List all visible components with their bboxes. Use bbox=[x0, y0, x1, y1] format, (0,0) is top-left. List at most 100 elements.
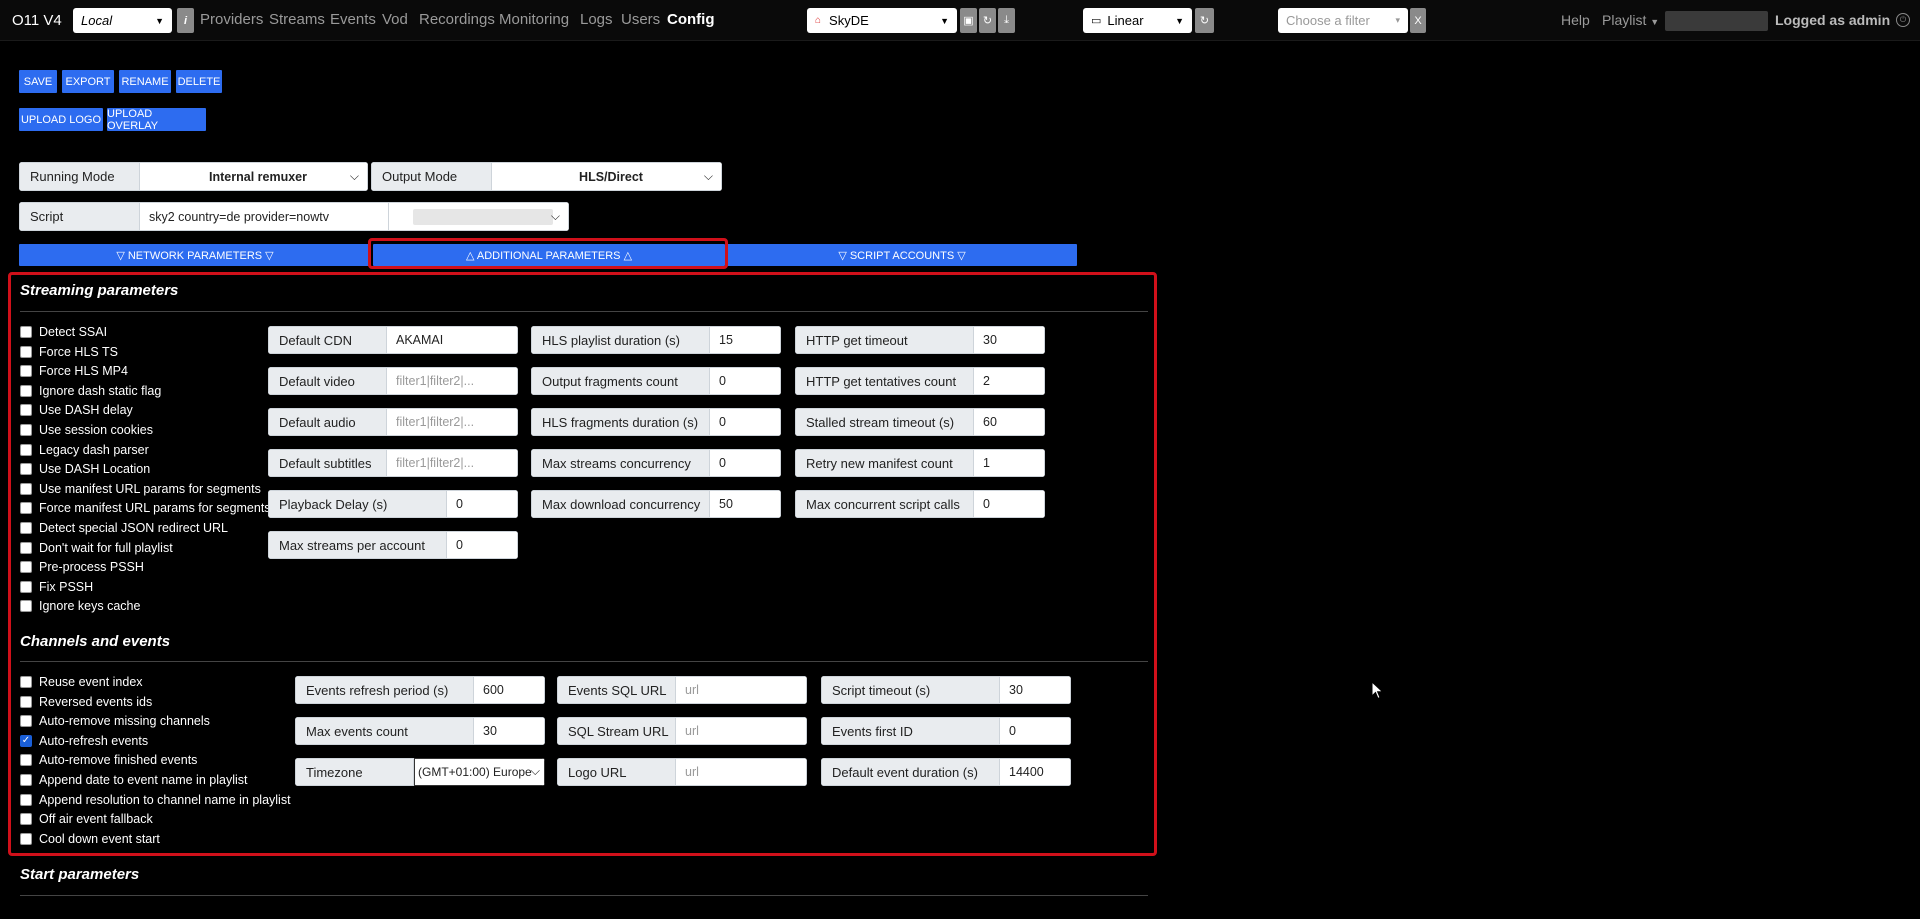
upload-overlay-button[interactable]: UPLOAD OVERLAY bbox=[107, 108, 206, 132]
field-input[interactable]: 600 bbox=[474, 676, 545, 704]
field-input[interactable]: 1 bbox=[974, 449, 1045, 477]
server-select[interactable]: Local ▼ bbox=[73, 8, 172, 33]
tab-script-accounts[interactable]: ▽ SCRIPT ACCOUNTS ▽ bbox=[727, 244, 1077, 266]
running-mode-select[interactable]: Internal remuxer ⌵ bbox=[140, 162, 368, 191]
field-input[interactable]: 0 bbox=[447, 490, 518, 518]
checkbox-row[interactable]: Cool down event start bbox=[20, 832, 160, 846]
checkbox-row[interactable]: Ignore dash static flag bbox=[20, 384, 161, 398]
checkbox[interactable] bbox=[20, 482, 32, 495]
checkbox[interactable] bbox=[20, 502, 32, 515]
field-input[interactable]: 0 bbox=[1000, 717, 1071, 745]
nav-streams[interactable]: Streams bbox=[269, 11, 325, 28]
field-input[interactable]: 30 bbox=[974, 326, 1045, 354]
upload-logo-button[interactable]: UPLOAD LOGO bbox=[19, 108, 103, 131]
checkbox-row[interactable]: ✓ Auto-refresh events bbox=[20, 734, 148, 748]
field-input[interactable]: filter1|filter2|... bbox=[387, 449, 518, 477]
info-button[interactable]: i bbox=[177, 8, 194, 33]
save-icon[interactable]: ▣ bbox=[960, 8, 977, 33]
field-input[interactable]: 60 bbox=[974, 408, 1045, 436]
checkbox-row[interactable]: Append date to event name in playlist bbox=[20, 773, 247, 787]
checkbox[interactable] bbox=[20, 561, 32, 574]
field-input[interactable]: url bbox=[676, 676, 807, 704]
power-icon[interactable]: ⏻ bbox=[1896, 13, 1910, 27]
provider-select[interactable]: ⌂ SkyDE ▼ bbox=[807, 8, 957, 33]
field-input[interactable]: AKAMAI bbox=[387, 326, 518, 354]
field-input[interactable]: 0 bbox=[974, 490, 1045, 518]
checkbox-row[interactable]: Ignore keys cache bbox=[20, 599, 140, 613]
checkbox-row[interactable]: Use DASH Location bbox=[20, 462, 150, 476]
checkbox-row[interactable]: Use DASH delay bbox=[20, 403, 133, 417]
checkbox-row[interactable]: Detect SSAI bbox=[20, 325, 107, 339]
nav-logs[interactable]: Logs bbox=[580, 11, 613, 28]
field-input[interactable]: 30 bbox=[474, 717, 545, 745]
checkbox-row[interactable]: Use manifest URL params for segments bbox=[20, 482, 261, 496]
help-link[interactable]: Help bbox=[1561, 12, 1590, 28]
reload-icon[interactable]: ↻ bbox=[1195, 8, 1214, 33]
filter-clear-button[interactable]: X bbox=[1410, 8, 1426, 33]
checkbox[interactable] bbox=[20, 365, 32, 378]
field-input[interactable]: filter1|filter2|... bbox=[387, 408, 518, 436]
filter-select[interactable]: Choose a filter ▾ bbox=[1278, 8, 1408, 33]
nav-users[interactable]: Users bbox=[621, 11, 660, 28]
field-input[interactable]: 0 bbox=[710, 449, 781, 477]
field-input[interactable]: 0 bbox=[710, 367, 781, 395]
field-input[interactable]: 14400 bbox=[1000, 758, 1071, 786]
checkbox[interactable] bbox=[20, 345, 32, 358]
checkbox[interactable] bbox=[20, 326, 32, 338]
script-account-select[interactable]: ⌵ bbox=[389, 202, 569, 231]
app-brand[interactable]: O11 V4 bbox=[12, 12, 62, 29]
checkbox[interactable] bbox=[20, 600, 32, 613]
tab-network-parameters[interactable]: ▽ NETWORK PARAMETERS ▽ bbox=[19, 244, 371, 266]
checkbox[interactable] bbox=[20, 404, 32, 417]
script-input[interactable]: sky2 country=de provider=nowtv bbox=[140, 202, 389, 231]
field-input[interactable]: filter1|filter2|... bbox=[387, 367, 518, 395]
field-input[interactable]: 2 bbox=[974, 367, 1045, 395]
nav-providers[interactable]: Providers bbox=[200, 11, 263, 28]
checkbox-row[interactable]: Force HLS TS bbox=[20, 345, 118, 359]
checkbox-row[interactable]: Don't wait for full playlist bbox=[20, 541, 173, 555]
checkbox-row[interactable]: Fix PSSH bbox=[20, 580, 93, 594]
checkbox-row[interactable]: Force HLS MP4 bbox=[20, 364, 128, 378]
checkbox-row[interactable]: Use session cookies bbox=[20, 423, 153, 437]
rename-button[interactable]: RENAME bbox=[119, 70, 171, 93]
download-icon[interactable]: ⤓ bbox=[998, 8, 1015, 33]
checkbox-checked[interactable]: ✓ bbox=[20, 734, 32, 747]
checkbox[interactable] bbox=[20, 813, 32, 826]
checkbox[interactable] bbox=[20, 541, 32, 554]
checkbox-row[interactable]: Auto-remove finished events bbox=[20, 753, 197, 767]
checkbox[interactable] bbox=[20, 580, 32, 593]
checkbox-row[interactable]: Legacy dash parser bbox=[20, 443, 149, 457]
checkbox[interactable] bbox=[20, 676, 32, 688]
checkbox[interactable] bbox=[20, 384, 32, 397]
field-input[interactable]: url bbox=[676, 717, 807, 745]
checkbox-row[interactable]: Reuse event index bbox=[20, 675, 143, 689]
checkbox-row[interactable]: Pre-process PSSH bbox=[20, 560, 144, 574]
field-input[interactable]: 0 bbox=[447, 531, 518, 559]
nav-recordings[interactable]: Recordings bbox=[419, 11, 495, 28]
output-mode-select[interactable]: HLS/Direct ⌵ bbox=[492, 162, 722, 191]
field-input[interactable]: url bbox=[676, 758, 807, 786]
delete-button[interactable]: DELETE bbox=[176, 70, 222, 93]
mode-select[interactable]: ▭ Linear ▼ bbox=[1083, 8, 1192, 33]
checkbox-row[interactable]: Force manifest URL params for segments bbox=[20, 501, 271, 515]
save-button[interactable]: SAVE bbox=[19, 70, 57, 93]
checkbox[interactable] bbox=[20, 832, 32, 845]
field-input[interactable]: 30 bbox=[1000, 676, 1071, 704]
playlist-menu[interactable]: Playlist ▼ bbox=[1602, 12, 1659, 28]
nav-events[interactable]: Events bbox=[330, 11, 376, 28]
checkbox[interactable] bbox=[20, 793, 32, 806]
timezone-select[interactable]: (GMT+01:00) Europe ⌵ bbox=[414, 758, 545, 786]
nav-vod[interactable]: Vod bbox=[382, 11, 408, 28]
checkbox[interactable] bbox=[20, 522, 32, 534]
export-button[interactable]: EXPORT bbox=[62, 70, 114, 93]
checkbox[interactable] bbox=[20, 754, 32, 767]
nav-monitoring[interactable]: Monitoring bbox=[499, 11, 569, 28]
refresh-icon[interactable]: ↻ bbox=[979, 8, 996, 33]
field-input[interactable]: 0 bbox=[710, 408, 781, 436]
nav-config[interactable]: Config bbox=[667, 11, 714, 28]
checkbox-row[interactable]: Reversed events ids bbox=[20, 695, 152, 709]
checkbox[interactable] bbox=[20, 774, 32, 786]
checkbox[interactable] bbox=[20, 463, 32, 476]
field-input[interactable]: 50 bbox=[710, 490, 781, 518]
checkbox[interactable] bbox=[20, 443, 32, 456]
